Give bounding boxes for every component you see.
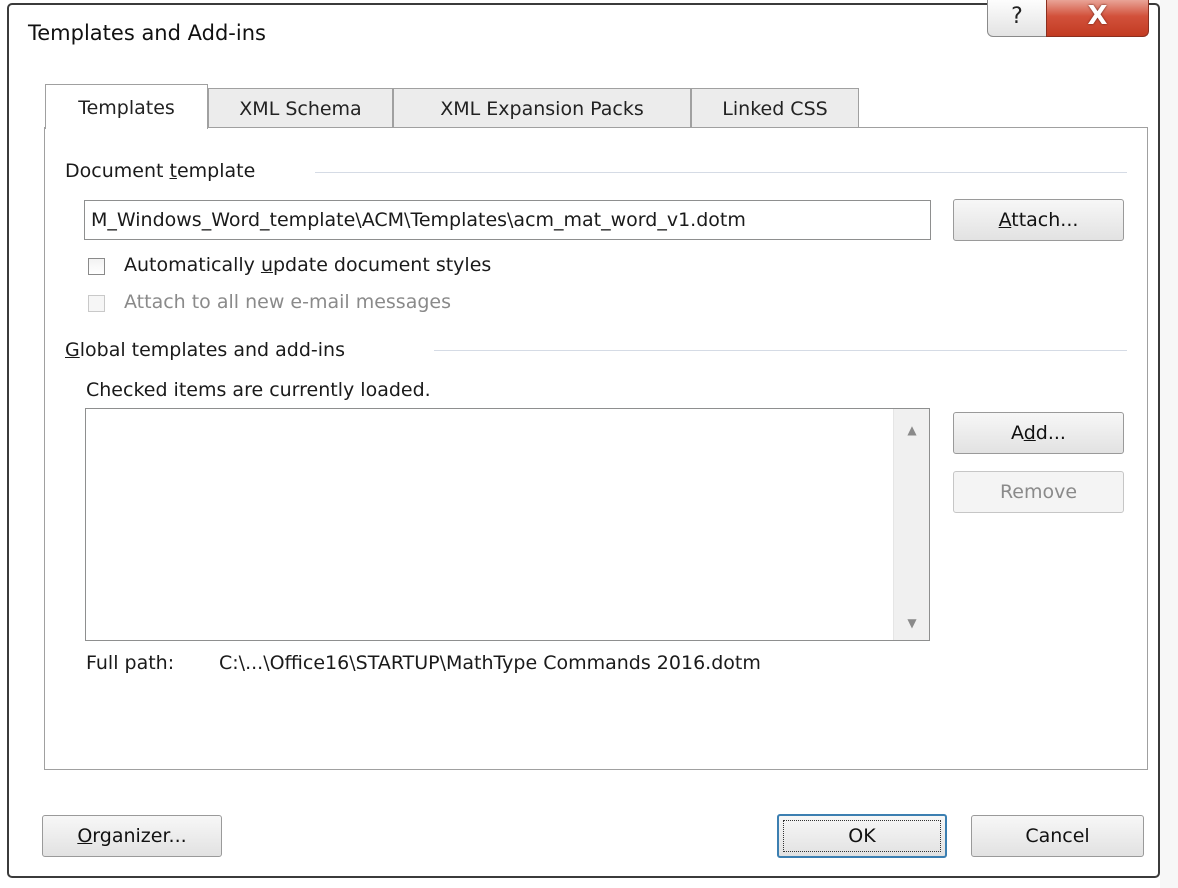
add-button[interactable]: Add... (953, 412, 1124, 454)
global-templates-heading: Global templates and add-ins (65, 339, 345, 361)
organizer-button[interactable]: Organizer... (42, 815, 222, 857)
attach-all-email-label: Attach to all new e-mail messages (124, 291, 451, 313)
focus-ring (783, 820, 941, 852)
auto-update-checkbox[interactable] (88, 258, 105, 275)
cancel-button[interactable]: Cancel (971, 815, 1144, 857)
tab-xml-schema[interactable]: XML Schema (208, 88, 393, 128)
section-divider (434, 350, 1127, 351)
scroll-down-icon[interactable]: ▼ (894, 616, 930, 630)
help-icon: ? (1011, 4, 1023, 29)
background-strip (1160, 0, 1178, 888)
remove-button: Remove (953, 471, 1124, 513)
tab-xml-expansion-packs[interactable]: XML Expansion Packs (393, 88, 691, 128)
global-templates-list[interactable]: ▲ ▼ (85, 408, 930, 641)
document-template-path-input[interactable]: M_Windows_Word_template\ACM\Templates\ac… (84, 200, 931, 240)
tab-templates[interactable]: Templates (45, 84, 208, 129)
list-scrollbar[interactable]: ▲ ▼ (893, 409, 929, 640)
dialog-title: Templates and Add-ins (28, 21, 266, 45)
help-button[interactable]: ? (987, 0, 1047, 37)
close-button[interactable]: X (1046, 0, 1149, 37)
tab-linked-css[interactable]: Linked CSS (691, 88, 859, 128)
attach-all-email-checkbox (88, 295, 105, 312)
full-path-value: C:\...\Office16\STARTUP\MathType Command… (219, 652, 761, 674)
full-path-label: Full path: (86, 652, 175, 674)
section-divider (315, 172, 1127, 173)
document-template-heading: Document template (65, 160, 256, 182)
close-icon: X (1087, 1, 1108, 31)
attach-button[interactable]: Attach... (953, 199, 1124, 241)
auto-update-label: Automatically update document styles (124, 254, 492, 276)
loaded-items-hint: Checked items are currently loaded. (86, 379, 431, 401)
ok-button[interactable]: OK (777, 814, 947, 858)
scroll-up-icon[interactable]: ▲ (894, 423, 930, 437)
